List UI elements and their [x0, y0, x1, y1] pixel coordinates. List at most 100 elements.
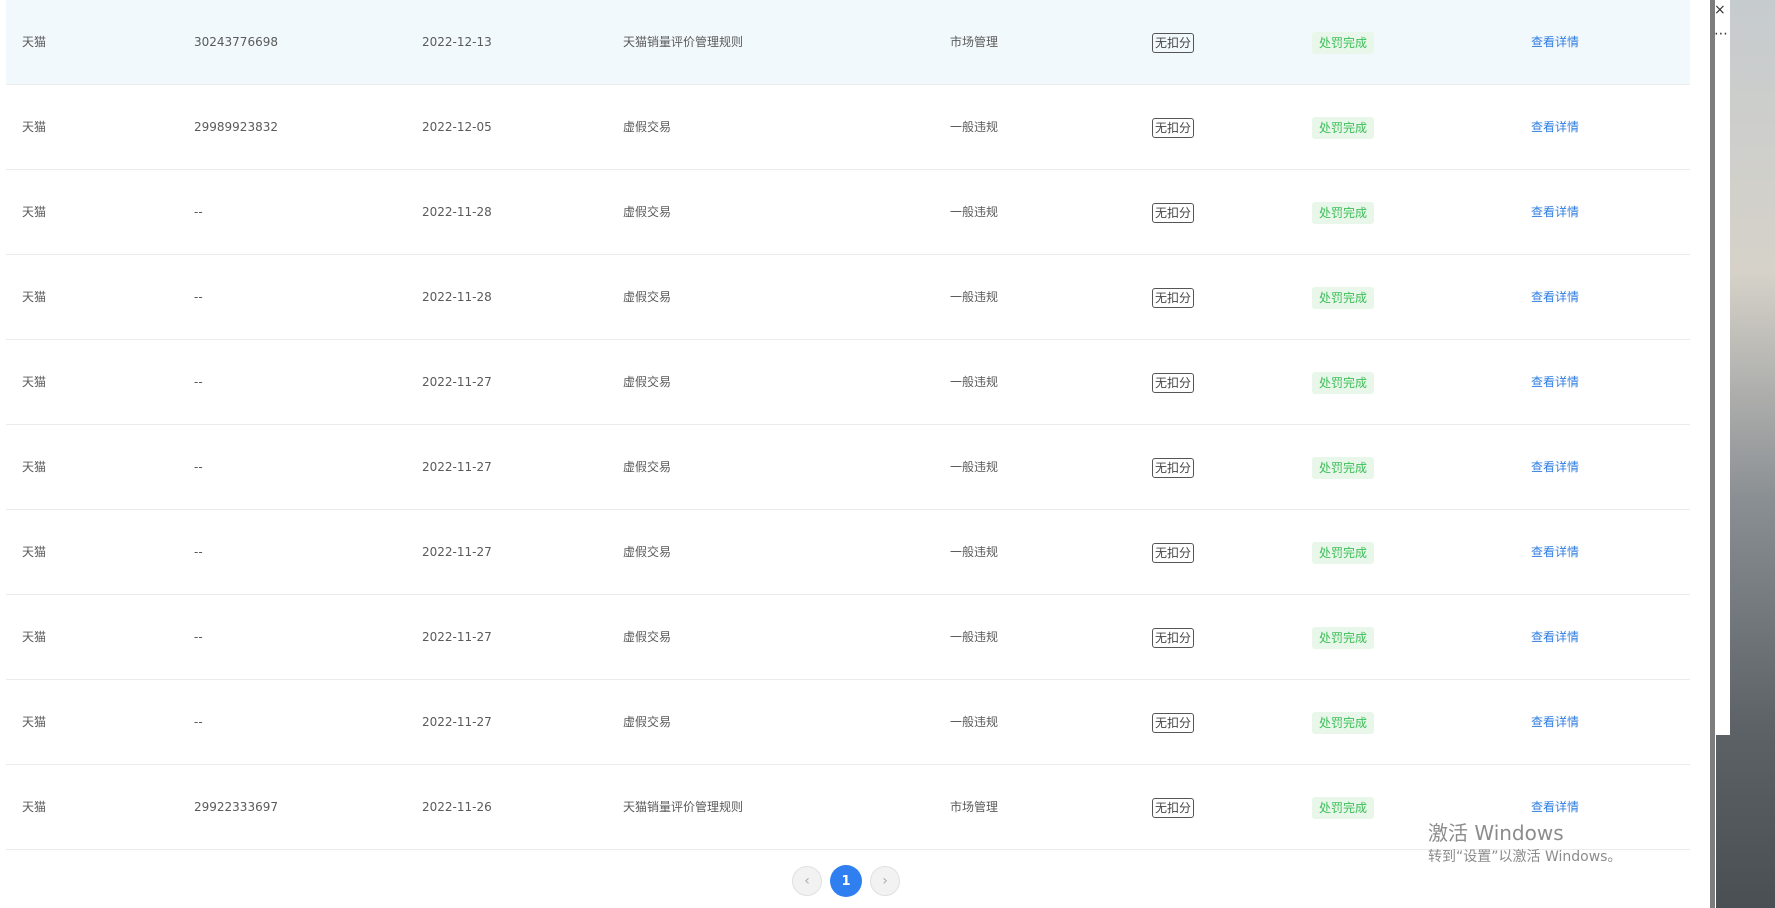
table-row: 天猫 -- 2022-11-27 虚假交易 一般违规 无扣分 处罚完成 查看详情: [6, 510, 1690, 595]
status-badge: 处罚完成: [1312, 371, 1375, 394]
close-icon[interactable]: ×: [1714, 2, 1726, 18]
score-cell: 无扣分: [1152, 85, 1195, 169]
violation-type-cell: 一般违规: [950, 290, 999, 304]
status-cell: 处罚完成: [1312, 170, 1375, 254]
watermark-subtitle: 转到“设置”以激活 Windows。: [1428, 849, 1622, 865]
table-row: 天猫 -- 2022-11-28 虚假交易 一般违规 无扣分 处罚完成 查看详情: [6, 255, 1690, 340]
status-badge: 处罚完成: [1312, 541, 1375, 564]
violation-type-cell: 市场管理: [950, 800, 999, 814]
violation-type-cell: 一般违规: [950, 120, 999, 134]
score-tag: 无扣分: [1152, 202, 1195, 223]
more-icon[interactable]: ⋯: [1714, 26, 1728, 42]
score-tag: 无扣分: [1152, 712, 1195, 733]
status-cell: 处罚完成: [1312, 680, 1375, 764]
platform-cell: 天猫: [22, 715, 47, 729]
table-row: 天猫 -- 2022-11-27 虚假交易 一般违规 无扣分 处罚完成 查看详情: [6, 680, 1690, 765]
date-cell: 2022-11-27: [422, 630, 492, 644]
status-cell: 处罚完成: [1312, 0, 1375, 84]
pagination: ‹ 1 ›: [792, 865, 900, 897]
status-cell: 处罚完成: [1312, 85, 1375, 169]
rule-cell: 虚假交易: [623, 290, 672, 304]
violation-type-cell: 一般违规: [950, 630, 999, 644]
date-cell: 2022-11-27: [422, 375, 492, 389]
violation-type-cell: 一般违规: [950, 460, 999, 474]
id-cell: 30243776698: [194, 35, 278, 49]
platform-cell: 天猫: [22, 545, 47, 559]
score-cell: 无扣分: [1152, 340, 1195, 424]
id-cell: --: [194, 545, 203, 559]
next-page-button[interactable]: ›: [870, 866, 900, 896]
id-cell: --: [194, 630, 203, 644]
status-cell: 处罚完成: [1312, 510, 1375, 594]
rule-cell: 虚假交易: [623, 545, 672, 559]
view-details-link[interactable]: 查看详情: [1531, 170, 1579, 254]
platform-cell: 天猫: [22, 290, 47, 304]
view-details-link[interactable]: 查看详情: [1531, 85, 1579, 169]
view-details-link[interactable]: 查看详情: [1531, 0, 1579, 84]
rule-cell: 虚假交易: [623, 715, 672, 729]
date-cell: 2022-11-28: [422, 205, 492, 219]
table-row: 天猫 -- 2022-11-27 虚假交易 一般违规 无扣分 处罚完成 查看详情: [6, 340, 1690, 425]
violation-type-cell: 一般违规: [950, 545, 999, 559]
date-cell: 2022-11-27: [422, 545, 492, 559]
id-cell: 29989923832: [194, 120, 278, 134]
prev-page-button[interactable]: ‹: [792, 866, 822, 896]
status-cell: 处罚完成: [1312, 595, 1375, 679]
platform-cell: 天猫: [22, 35, 47, 49]
watermark-title: 激活 Windows: [1428, 821, 1564, 845]
score-tag: 无扣分: [1152, 797, 1195, 818]
rule-cell: 虚假交易: [623, 630, 672, 644]
status-badge: 处罚完成: [1312, 286, 1375, 309]
platform-cell: 天猫: [22, 375, 47, 389]
score-tag: 无扣分: [1152, 372, 1195, 393]
windows-activation-watermark: 激活 Windows 转到“设置”以激活 Windows。: [1428, 820, 1621, 868]
score-tag: 无扣分: [1152, 457, 1195, 478]
score-cell: 无扣分: [1152, 255, 1195, 339]
platform-cell: 天猫: [22, 630, 47, 644]
view-details-link[interactable]: 查看详情: [1531, 510, 1579, 594]
status-cell: 处罚完成: [1312, 765, 1375, 849]
table-row: 天猫 30243776698 2022-12-13 天猫销量评价管理规则 市场管…: [6, 0, 1690, 85]
violation-type-cell: 一般违规: [950, 715, 999, 729]
status-badge: 处罚完成: [1312, 626, 1375, 649]
date-cell: 2022-11-27: [422, 715, 492, 729]
id-cell: --: [194, 290, 203, 304]
penalty-table: 天猫 30243776698 2022-12-13 天猫销量评价管理规则 市场管…: [6, 0, 1690, 850]
score-tag: 无扣分: [1152, 542, 1195, 563]
main-content: 天猫 30243776698 2022-12-13 天猫销量评价管理规则 市场管…: [0, 0, 1716, 908]
status-cell: 处罚完成: [1312, 425, 1375, 509]
table-row: 天猫 -- 2022-11-28 虚假交易 一般违规 无扣分 处罚完成 查看详情: [6, 170, 1690, 255]
table-row: 天猫 -- 2022-11-27 虚假交易 一般违规 无扣分 处罚完成 查看详情: [6, 425, 1690, 510]
table-row: 天猫 29989923832 2022-12-05 虚假交易 一般违规 无扣分 …: [6, 85, 1690, 170]
score-tag: 无扣分: [1152, 287, 1195, 308]
rule-cell: 虚假交易: [623, 375, 672, 389]
score-cell: 无扣分: [1152, 680, 1195, 764]
chevron-right-icon: ›: [882, 873, 888, 889]
violation-type-cell: 一般违规: [950, 375, 999, 389]
status-badge: 处罚完成: [1312, 456, 1375, 479]
platform-cell: 天猫: [22, 120, 47, 134]
violation-type-cell: 市场管理: [950, 35, 999, 49]
status-badge: 处罚完成: [1312, 116, 1375, 139]
view-details-link[interactable]: 查看详情: [1531, 425, 1579, 509]
rule-cell: 虚假交易: [623, 120, 672, 134]
date-cell: 2022-12-05: [422, 120, 492, 134]
view-details-link[interactable]: 查看详情: [1531, 680, 1579, 764]
page-number-button[interactable]: 1: [830, 865, 862, 897]
status-cell: 处罚完成: [1312, 340, 1375, 424]
score-cell: 无扣分: [1152, 425, 1195, 509]
view-details-link[interactable]: 查看详情: [1531, 255, 1579, 339]
view-details-link[interactable]: 查看详情: [1531, 595, 1579, 679]
rule-cell: 虚假交易: [623, 205, 672, 219]
scrollbar[interactable]: [1710, 0, 1715, 908]
score-cell: 无扣分: [1152, 595, 1195, 679]
side-window-edge: [1716, 0, 1730, 735]
view-details-link[interactable]: 查看详情: [1531, 340, 1579, 424]
platform-cell: 天猫: [22, 800, 47, 814]
status-cell: 处罚完成: [1312, 255, 1375, 339]
date-cell: 2022-12-13: [422, 35, 492, 49]
score-cell: 无扣分: [1152, 0, 1195, 84]
score-tag: 无扣分: [1152, 627, 1195, 648]
chevron-left-icon: ‹: [804, 873, 810, 889]
score-tag: 无扣分: [1152, 117, 1195, 138]
